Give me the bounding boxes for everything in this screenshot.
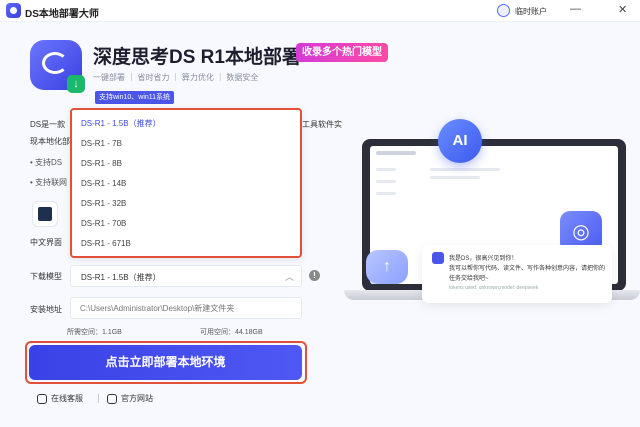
- official-website-link[interactable]: 官方网站: [107, 393, 153, 404]
- minimize-button[interactable]: —: [570, 3, 581, 15]
- app-logo-icon: [6, 3, 21, 18]
- model-dropdown-list: DS-R1 - 1.5B（推荐） DS-R1 - 7B DS-R1 - 8B D…: [70, 108, 302, 258]
- path-field-label: 安装地址: [30, 305, 62, 314]
- feature-bullet-1: • 支持DS: [30, 158, 63, 167]
- screen-line: [430, 168, 500, 171]
- user-avatar-icon[interactable]: [497, 4, 510, 17]
- online-support-link[interactable]: 在线客服: [37, 393, 83, 404]
- screen-line: [430, 176, 480, 179]
- chat-text-line3: 任务交给我吧~: [449, 276, 489, 282]
- feature-list: 一键部署 ｜ 省时省力 ｜ 算力优化 ｜ 数据安全: [93, 73, 259, 82]
- model-option[interactable]: DS-R1 - 671B: [81, 236, 131, 252]
- chat-text-line1: 我是DS，很高兴见到你！: [449, 256, 518, 262]
- ai-badge-icon: AI: [438, 119, 482, 163]
- chat-card: 我是DS，很高兴见到你！ 我可以帮你写代码、读文件、写作各种创意内容，请把你的 …: [422, 245, 612, 303]
- official-website-label: 官方网站: [121, 394, 153, 403]
- required-space: 所需空间：1.1GB: [67, 329, 122, 336]
- promo-tag: 收录多个热门模型: [296, 43, 388, 62]
- cloud-upload-icon: ↑: [366, 250, 408, 284]
- deploy-button[interactable]: 点击立即部署本地环境: [29, 345, 302, 380]
- screen-line: [376, 192, 396, 195]
- whale-icon: [42, 52, 68, 74]
- home-icon: [107, 393, 117, 404]
- install-path-input[interactable]: [70, 297, 302, 319]
- close-button[interactable]: ✕: [618, 3, 627, 16]
- intro-text-line1: DS是一款: [30, 120, 66, 129]
- online-support-label: 在线客服: [51, 394, 83, 403]
- model-option[interactable]: DS-R1 - 70B: [81, 216, 126, 232]
- model-select-value: DS-R1 - 1.5B（推荐）: [81, 273, 161, 282]
- headset-icon: [37, 393, 47, 404]
- model-option[interactable]: DS-R1 - 32B: [81, 196, 126, 212]
- title-bar: DS本地部署大师 临时账户 — ✕: [0, 0, 640, 22]
- interface-thumbnail: [32, 201, 58, 227]
- chevron-up-icon: ︿: [284, 272, 294, 282]
- screen-line: [376, 180, 396, 183]
- intro-text-line1-right: 工具软件实: [302, 120, 342, 129]
- footer-divider: [98, 394, 99, 403]
- chat-text-line2: 我可以帮你写代码、读文件、写作各种创意内容，请把你的: [449, 266, 606, 272]
- page-title: 深度思考DS R1本地部署: [93, 47, 301, 68]
- intro-text-line2: 现本地化部: [30, 137, 70, 146]
- chat-footer: tokens used: unknown,model: deepseek: [449, 285, 539, 291]
- product-logo-icon: ↓: [30, 40, 85, 93]
- system-support-badge: 支持win10、win11系统: [95, 91, 175, 104]
- available-space: 可用空间：44.18GB: [200, 329, 263, 336]
- model-field-label: 下载模型: [30, 272, 62, 281]
- app-title: DS本地部署大师: [25, 9, 99, 20]
- model-option[interactable]: DS-R1 - 1.5B（推荐）: [81, 116, 161, 132]
- screen-line: [376, 168, 396, 171]
- model-option[interactable]: DS-R1 - 14B: [81, 176, 126, 192]
- user-account-label[interactable]: 临时账户: [515, 6, 547, 17]
- bot-avatar-icon: [432, 252, 444, 264]
- screen-header-bar: [376, 151, 416, 155]
- model-option[interactable]: DS-R1 - 7B: [81, 136, 122, 152]
- interface-label: 中文界面: [30, 238, 62, 247]
- info-icon[interactable]: !: [309, 270, 320, 281]
- model-select[interactable]: DS-R1 - 1.5B（推荐） ︿: [70, 265, 302, 287]
- download-badge-icon: ↓: [67, 75, 85, 93]
- model-option[interactable]: DS-R1 - 8B: [81, 156, 122, 172]
- feature-bullet-2: • 支持联网: [30, 178, 68, 187]
